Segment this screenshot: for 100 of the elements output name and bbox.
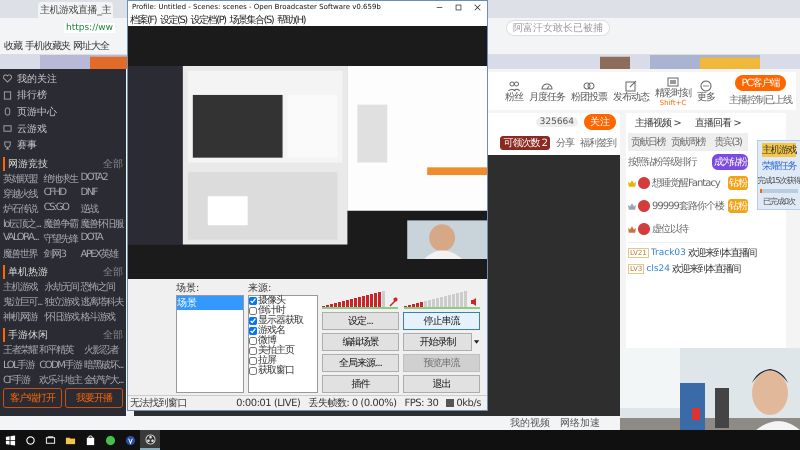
status-link[interactable]: 网络加速	[560, 416, 600, 430]
source-name[interactable]: 美拍主页	[258, 346, 294, 356]
category-link[interactable]: CF手游	[3, 372, 37, 387]
category-link[interactable]: 炉石传说	[3, 202, 41, 216]
obs-button[interactable]: 退出	[403, 375, 480, 393]
menu-item[interactable]: 场景集合(S)	[230, 12, 274, 26]
category-link[interactable]: 怀旧游戏	[44, 310, 78, 324]
bookmark-link[interactable]: 收藏	[4, 39, 22, 53]
source-name[interactable]: 拉屏	[258, 356, 276, 366]
category-link[interactable]: 格斗游戏	[80, 310, 123, 324]
category-link[interactable]: 魔兽怀旧服	[80, 216, 123, 231]
category-link[interactable]: 神机网游	[3, 310, 42, 324]
category-link[interactable]: 剑网3	[44, 246, 78, 261]
category-link[interactable]: 绝地求生	[44, 172, 78, 186]
share-link[interactable]: 分享	[556, 136, 574, 150]
category-link[interactable]: 恐怖之间	[80, 280, 123, 294]
more-link[interactable]: 全部	[103, 264, 123, 279]
menu-item[interactable]: 帮助(H)	[277, 12, 306, 26]
claim-badge[interactable]: 可领次数 2	[500, 136, 550, 150]
source-checkbox[interactable]	[249, 357, 257, 365]
category-link[interactable]: 王者荣耀	[3, 342, 37, 357]
category-link[interactable]: 暗黑破坏...	[84, 358, 123, 372]
sidebar-item[interactable]: 我的关注	[17, 72, 57, 86]
panel-tab[interactable]: 贡献日榜	[628, 133, 668, 151]
category-link[interactable]: 穿越火线	[3, 186, 41, 201]
category-link[interactable]: CODM手游	[39, 358, 82, 372]
category-link[interactable]: VALORA...	[3, 232, 41, 246]
obs-button[interactable]: 停止串流	[403, 312, 480, 330]
maximize-icon[interactable]	[455, 4, 462, 10]
microphone-icon[interactable]	[388, 297, 398, 307]
people-icon[interactable]	[508, 80, 520, 92]
category-link[interactable]: 守望先锋	[44, 232, 78, 246]
bookmark-link[interactable]: 手机收藏夹	[25, 39, 70, 53]
category-link[interactable]: DOTA2	[80, 172, 123, 186]
category-link[interactable]: LOL手游	[3, 358, 37, 372]
category-link[interactable]: 魔兽争霸	[44, 216, 78, 231]
tool-label[interactable]: 粉团投票	[571, 92, 607, 102]
chat-user[interactable]: cls24	[646, 264, 670, 274]
category-link[interactable]: CFHD	[44, 186, 78, 201]
category-link[interactable]: 逆战	[80, 202, 123, 216]
source-checkbox[interactable]	[249, 317, 257, 325]
source-checkbox[interactable]	[249, 297, 257, 305]
category-link[interactable]: 魔兽世界	[3, 246, 41, 261]
category-link[interactable]: 欢乐斗地主	[39, 372, 82, 387]
sidebar-item[interactable]: 云游戏	[17, 122, 47, 136]
category-link[interactable]: 永劫无间	[44, 280, 78, 294]
source-name[interactable]: 获取窗口	[258, 366, 294, 376]
panel-tab[interactable]: 贵宾(3)	[708, 133, 748, 151]
tool-label[interactable]: 月度任务	[529, 92, 565, 102]
category-link[interactable]: CS:GO	[44, 202, 78, 216]
category-link[interactable]: lol云顶之...	[3, 216, 41, 231]
checkin-link[interactable]: 福利签到	[580, 136, 616, 150]
category-link[interactable]: 和平精英	[39, 342, 82, 357]
panel-link[interactable]: 直播回看 >	[695, 116, 741, 130]
edit-icon[interactable]	[625, 80, 637, 92]
close-icon[interactable]	[474, 4, 481, 10]
category-link[interactable]: 鬼泣巨可...	[3, 294, 42, 309]
sidebar-button[interactable]: 我要开播	[64, 388, 123, 408]
category-link[interactable]: 金铲铲大...	[84, 372, 123, 387]
category-link[interactable]: DOTA	[80, 232, 123, 246]
task-widget[interactable]: 主机游戏 荣耀任务 完成15次获得 已完成0次	[757, 140, 800, 210]
source-name[interactable]: 游戏名	[258, 326, 285, 336]
more-icon[interactable]	[700, 80, 712, 92]
obs-button[interactable]: 编辑场景	[322, 333, 399, 351]
taskbar-button[interactable]	[140, 430, 160, 450]
sidebar-item[interactable]: 页游中心	[17, 104, 57, 119]
join-button[interactable]: 成为钻粉	[712, 154, 748, 170]
panel-tab[interactable]: 贡献周榜	[668, 133, 708, 151]
category-link[interactable]: APEX英雄	[80, 246, 123, 261]
sidebar-item[interactable]: 赛事	[17, 138, 37, 152]
source-checkbox[interactable]	[249, 367, 257, 375]
screen-icon[interactable]	[667, 76, 679, 88]
menu-item[interactable]: 设定档(P)	[190, 12, 226, 26]
more-link[interactable]: 全部	[103, 156, 123, 171]
obs-button[interactable]: 全局来源...	[322, 354, 399, 372]
source-name[interactable]: 显示器获取	[258, 316, 303, 326]
category-link[interactable]: 火影忍者	[84, 342, 123, 357]
source-name[interactable]: 微博	[258, 336, 276, 346]
tool-label[interactable]: 精彩时刻	[655, 88, 691, 98]
address-field[interactable]: https://ww	[64, 23, 115, 33]
source-name[interactable]: 摄像头	[258, 296, 285, 306]
panel-link[interactable]: 主播视频 >	[635, 116, 681, 130]
menu-item[interactable]: 设定(S)	[160, 12, 187, 26]
category-link[interactable]: 英雄联盟	[3, 172, 41, 186]
source-checkbox[interactable]	[249, 307, 257, 315]
tool-label[interactable]: 更多	[697, 92, 715, 102]
category-link[interactable]: 逃离塔科夫	[80, 294, 123, 309]
record-button[interactable]: 开始录制	[403, 333, 472, 351]
chat-user[interactable]: Track03	[650, 248, 686, 258]
more-link[interactable]: 全部	[103, 328, 123, 342]
obs-button[interactable]: 设定...	[322, 312, 399, 330]
tool-label[interactable]: 发布动态	[613, 92, 649, 102]
browser-tab[interactable]: 主机游戏直播_主	[38, 2, 113, 18]
category-link[interactable]: 主机游戏	[3, 280, 42, 294]
status-link[interactable]: 我的视频	[510, 416, 550, 430]
source-name[interactable]: 倒计时	[258, 306, 285, 316]
sidebar-item[interactable]: 排行榜	[17, 88, 47, 102]
sidebar-button[interactable]: 客户端打开	[3, 388, 62, 408]
source-checkbox[interactable]	[249, 337, 257, 345]
vote-icon[interactable]	[583, 80, 595, 92]
